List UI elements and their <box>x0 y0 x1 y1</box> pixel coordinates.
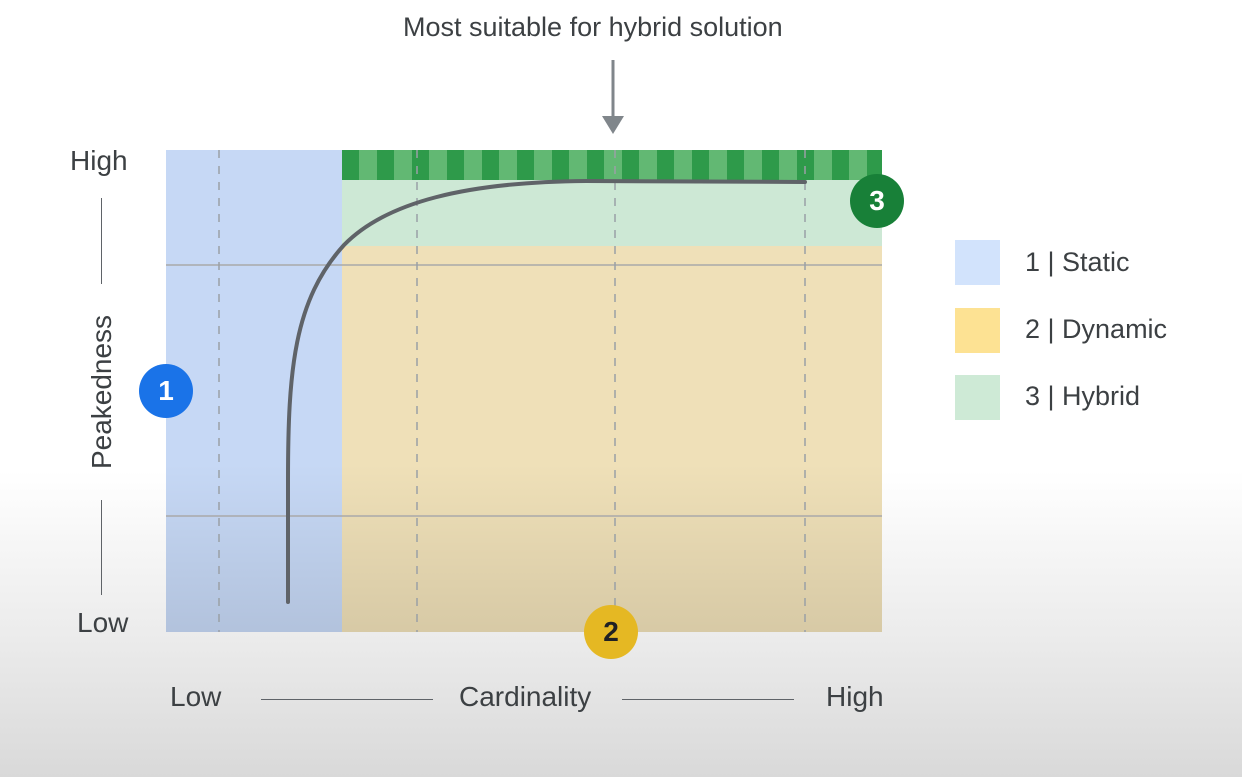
hybrid-band-stripe <box>377 150 394 180</box>
x-axis-left-line <box>261 699 433 700</box>
zone-2-badge-number: 2 <box>603 616 619 647</box>
zone-3-badge: 3 <box>850 174 904 228</box>
x-axis-high-label: High <box>826 681 884 712</box>
hybrid-band-stripe <box>517 150 534 180</box>
legend-label-dynamic: 2 | Dynamic <box>1025 314 1168 344</box>
annotation-text: Most suitable for hybrid solution <box>403 12 783 42</box>
hybrid-band-stripe <box>622 150 639 180</box>
x-axis-title: Cardinality <box>459 681 592 712</box>
legend-swatch-hybrid <box>955 375 1000 420</box>
zone-2-badge: 2 <box>584 605 638 659</box>
legend-label-hybrid: 3 | Hybrid <box>1025 381 1141 411</box>
hybrid-band-stripe <box>552 150 569 180</box>
hybrid-band-stripe <box>762 150 779 180</box>
arrow-down-icon <box>602 60 624 134</box>
y-axis-lower-line <box>101 500 102 595</box>
hybrid-band <box>342 150 882 180</box>
hybrid-band-stripe <box>342 150 359 180</box>
hybrid-band-stripe <box>482 150 499 180</box>
y-axis-title: Peakedness <box>86 314 117 470</box>
hybrid-band-stripe <box>412 150 429 180</box>
legend-label-static: 1 | Static <box>1025 247 1130 277</box>
x-axis-low-label: Low <box>170 681 222 712</box>
hybrid-band-stripe <box>657 150 674 180</box>
chart-plot <box>166 150 882 632</box>
hybrid-band-stripe <box>447 150 464 180</box>
zone-3-badge-number: 3 <box>869 185 885 216</box>
hybrid-band-stripe <box>727 150 744 180</box>
legend-swatch-static <box>955 240 1000 285</box>
plot-shade <box>166 150 882 632</box>
legend-swatch-dynamic <box>955 308 1000 353</box>
y-axis-high-label: High <box>70 145 128 176</box>
x-axis-right-line <box>622 699 794 700</box>
y-axis-low-label: Low <box>77 607 129 638</box>
zone-1-badge: 1 <box>139 364 193 418</box>
hybrid-band-stripe <box>832 150 849 180</box>
hybrid-band-stripe <box>587 150 604 180</box>
zone-1-badge-number: 1 <box>158 375 174 406</box>
hybrid-band-stripe <box>692 150 709 180</box>
y-axis-upper-line <box>101 198 102 284</box>
